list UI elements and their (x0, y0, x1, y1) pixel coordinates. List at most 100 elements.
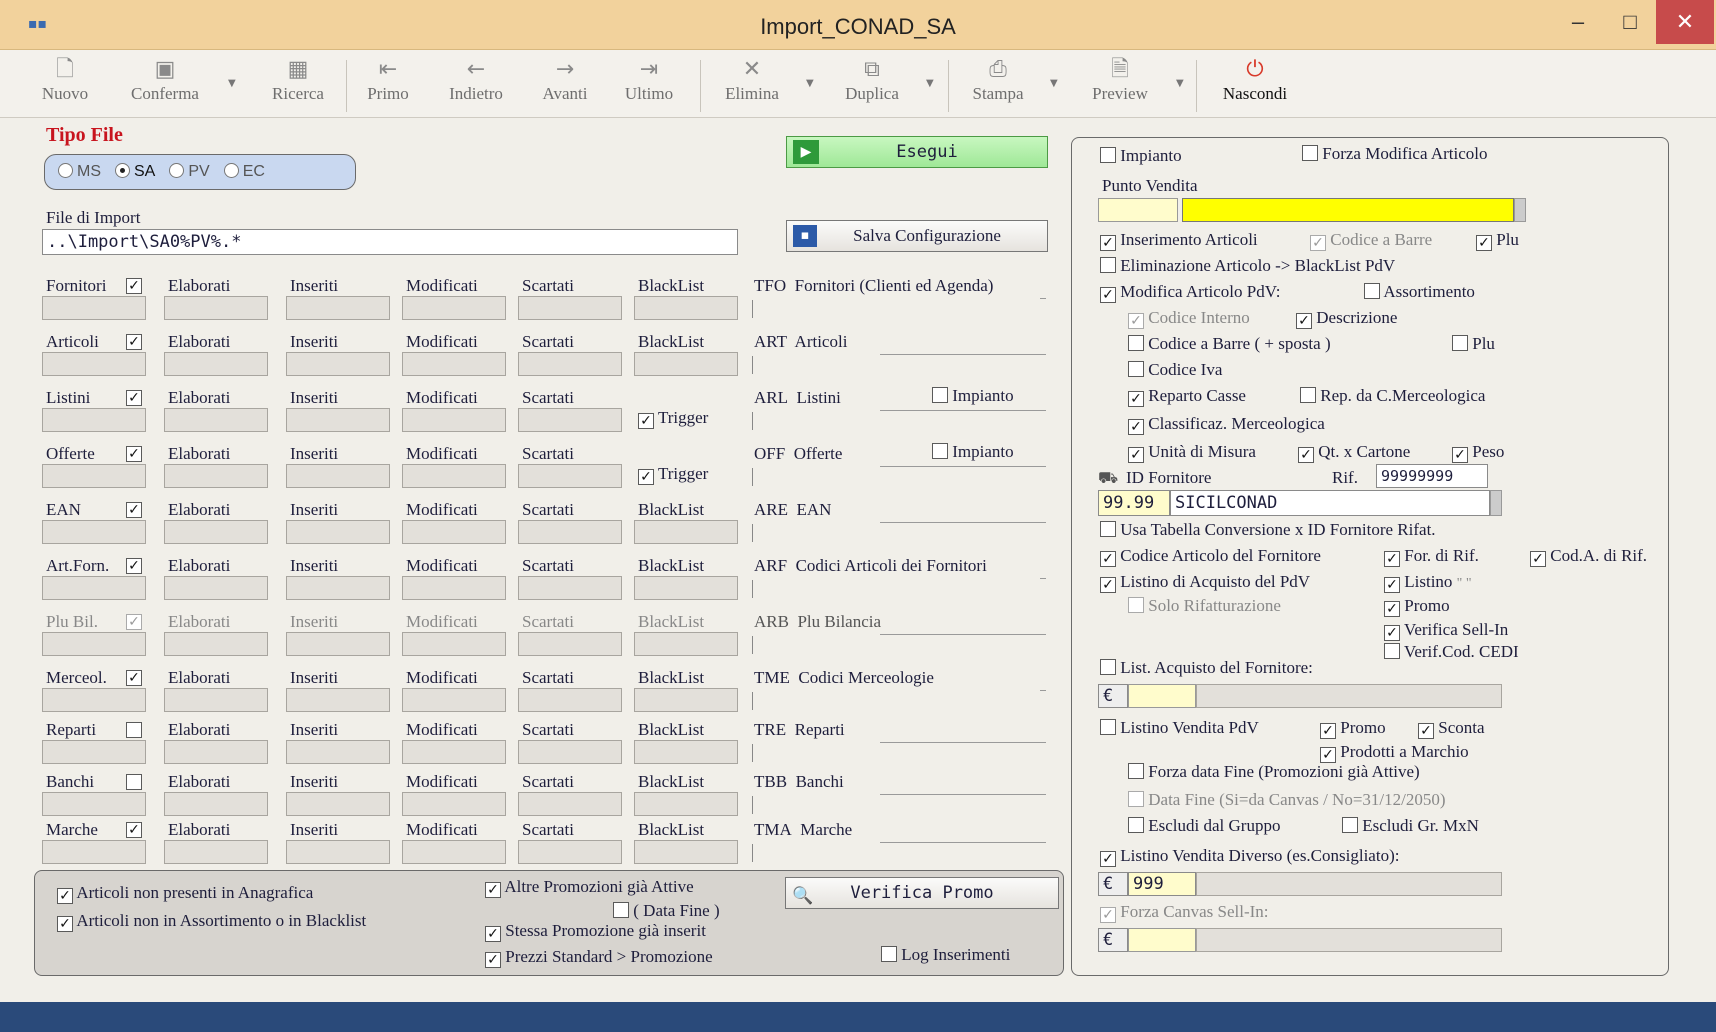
opt-data-fine[interactable]: ( Data Fine ) (613, 901, 720, 921)
row-checkbox[interactable] (126, 774, 142, 790)
nascondi-button[interactable]: ⏻ Nascondi (1208, 56, 1302, 116)
chevron-down-icon[interactable]: ▼ (228, 78, 236, 89)
rp-rep-merceologica[interactable]: Rep. da C.Merceologica (1300, 386, 1485, 406)
opt-stessa-promo[interactable]: ✓ Stessa Promozione già inserit (485, 921, 706, 942)
elimina-button[interactable]: ✕ Elimina (712, 56, 792, 116)
rp-promo2[interactable]: ✓ Promo (1320, 718, 1386, 739)
radio-ms[interactable]: MS (58, 163, 101, 180)
rp-codice-barre[interactable]: ✓ Codice a Barre (1310, 230, 1432, 251)
list-acq-fornitore-name[interactable] (1196, 684, 1502, 708)
impianto-checkbox[interactable]: Impianto (932, 386, 1014, 406)
chevron-down-icon[interactable]: ▼ (926, 78, 934, 89)
rp-cod-art-fornitore[interactable]: ✓ Codice Articolo del Fornitore (1100, 546, 1321, 567)
preview-button[interactable]: 🗎 Preview (1078, 56, 1162, 116)
rp-classif-merceologica[interactable]: ✓ Classificaz. Merceologica (1128, 414, 1325, 435)
row-checkbox[interactable]: ✓ (126, 334, 142, 350)
listino-diverso-input[interactable]: 999 (1128, 872, 1196, 896)
rp-data-fine[interactable]: Data Fine (Si=da Canvas / No=31/12/2050) (1128, 790, 1446, 810)
rp-verifica-sell-in[interactable]: ✓ Verifica Sell-In (1384, 620, 1508, 641)
row-checkbox[interactable]: ✓ (126, 822, 142, 838)
rp-codice-barre-sposta[interactable]: Codice a Barre ( + sposta ) (1128, 334, 1331, 354)
rp-peso[interactable]: ✓ Peso (1452, 442, 1504, 463)
rif-input[interactable]: 99999999 (1376, 464, 1488, 488)
rp-cod-rif[interactable]: ✓ Cod.A. di Rif. (1530, 546, 1647, 567)
salva-configurazione-button[interactable]: ▪ Salva Configurazione (786, 220, 1048, 252)
rp-verif-cedi[interactable]: Verif.Cod. CEDI (1384, 642, 1519, 662)
rp-inserimento-articoli[interactable]: ✓ Inserimento Articoli (1100, 230, 1258, 251)
row-checkbox[interactable] (126, 722, 142, 738)
rp-assortimento[interactable]: Assortimento (1364, 282, 1475, 302)
row-checkbox[interactable]: ✓ (126, 502, 142, 518)
rp-for-rif[interactable]: ✓ For. di Rif. (1384, 546, 1479, 567)
fornitore-code-input[interactable]: 99.99 (1098, 490, 1170, 516)
radio-sa[interactable]: SA (115, 163, 155, 180)
forza-canvas-input[interactable] (1128, 928, 1196, 952)
row-checkbox[interactable]: ✓ (126, 670, 142, 686)
file-import-input[interactable]: ..\Import\SA0%PV%.* (42, 229, 738, 255)
rp-qt-cartone[interactable]: ✓ Qt. x Cartone (1298, 442, 1410, 463)
chevron-down-icon[interactable]: ▼ (806, 78, 814, 89)
rp-escludi-gruppo[interactable]: Escludi dal Gruppo (1128, 816, 1280, 836)
row-checkbox[interactable]: ✓ (126, 390, 142, 406)
ultimo-button[interactable]: ⇥ Ultimo (614, 56, 684, 116)
rp-plu[interactable]: ✓ Plu (1476, 230, 1519, 251)
verifica-promo-button[interactable]: 🔍 Verifica Promo (785, 877, 1059, 909)
indietro-button[interactable]: ← Indietro (434, 56, 518, 116)
rp-reparto-casse[interactable]: ✓ Reparto Casse (1128, 386, 1246, 407)
nuovo-button[interactable]: 🗋 Nuovo (30, 56, 100, 116)
rp-forza-data-fine[interactable]: Forza data Fine (Promozioni già Attive) (1128, 762, 1420, 782)
punto-vendita-code[interactable] (1098, 198, 1178, 222)
rp-eliminazione[interactable]: Eliminazione Articolo -> BlackList PdV (1100, 256, 1395, 276)
opt-art-non-presenti[interactable]: ✓ Articoli non presenti in Anagrafica (57, 883, 313, 904)
rp-listino-acquisto[interactable]: ✓ Listino di Acquisto del PdV (1100, 572, 1310, 593)
rp-list-acq-fornitore[interactable]: List. Acquisto del Fornitore: (1100, 658, 1313, 678)
avanti-button[interactable]: → Avanti (530, 56, 600, 116)
duplica-button[interactable]: ⧉ Duplica (830, 56, 914, 116)
rp-escludi-mxn[interactable]: Escludi Gr. MxN (1342, 816, 1479, 836)
rp-codice-iva[interactable]: Codice Iva (1128, 360, 1222, 380)
fornitore-name-input[interactable]: SICILCONAD (1170, 490, 1490, 516)
conferma-button[interactable]: ▣ Conferma (118, 56, 212, 116)
esegui-button[interactable]: ▶ Esegui (786, 136, 1048, 168)
punto-vendita-scroll[interactable] (1514, 198, 1526, 222)
ricerca-button[interactable]: ▦ Ricerca (258, 56, 338, 116)
rp-impianto[interactable]: Impianto (1100, 146, 1182, 166)
listino-diverso-name[interactable] (1196, 872, 1502, 896)
punto-vendita-name[interactable] (1182, 198, 1514, 222)
fornitore-scroll[interactable] (1490, 490, 1502, 516)
rp-forza-modifica[interactable]: Forza Modifica Articolo (1302, 144, 1488, 164)
rp-plu2[interactable]: Plu (1452, 334, 1495, 354)
row-checkbox[interactable]: ✓ (126, 278, 142, 294)
radio-pv[interactable]: PV (169, 163, 210, 180)
row-checkbox[interactable]: ✓ (126, 614, 142, 630)
trigger-checkbox[interactable]: ✓ Trigger (638, 408, 708, 429)
rp-listino-diverso[interactable]: ✓ Listino Vendita Diverso (es.Consigliat… (1100, 846, 1399, 867)
opt-altre-promo[interactable]: ✓ Altre Promozioni già Attive (485, 877, 694, 898)
opt-log-inserimenti[interactable]: Log Inserimenti (881, 945, 1010, 965)
primo-button[interactable]: ⇤ Primo (356, 56, 420, 116)
list-acq-fornitore-input[interactable] (1128, 684, 1196, 708)
opt-prezzi-standard[interactable]: ✓ Prezzi Standard > Promozione (485, 947, 713, 968)
rp-listino[interactable]: ✓ Listino " " (1384, 572, 1472, 593)
rp-listino-vendita[interactable]: Listino Vendita PdV (1100, 718, 1259, 738)
chevron-down-icon[interactable]: ▼ (1050, 78, 1058, 89)
opt-art-non-assortimento[interactable]: ✓ Articoli non in Assortimento o in Blac… (57, 911, 366, 932)
rp-prodotti-marchio[interactable]: ✓ Prodotti a Marchio (1320, 742, 1469, 763)
chevron-down-icon[interactable]: ▼ (1176, 78, 1184, 89)
stampa-button[interactable]: ⎙ Stampa (958, 56, 1038, 116)
row-checkbox[interactable]: ✓ (126, 446, 142, 462)
rp-promo[interactable]: ✓ Promo (1384, 596, 1450, 617)
close-button[interactable]: ✕ (1656, 0, 1714, 44)
rp-modifica-articolo[interactable]: ✓ Modifica Articolo PdV: (1100, 282, 1280, 303)
rp-codice-interno[interactable]: ✓ Codice Interno (1128, 308, 1250, 329)
rp-forza-canvas[interactable]: ✓ Forza Canvas Sell-In: (1100, 902, 1269, 923)
rp-unita-misura[interactable]: ✓ Unità di Misura (1128, 442, 1256, 463)
minimize-button[interactable]: – (1552, 0, 1604, 44)
radio-ec[interactable]: EC (223, 163, 265, 180)
trigger-checkbox[interactable]: ✓ Trigger (638, 464, 708, 485)
rp-usa-tabella[interactable]: Usa Tabella Conversione x ID Fornitore R… (1100, 520, 1436, 540)
forza-canvas-name[interactable] (1196, 928, 1502, 952)
maximize-button[interactable]: □ (1604, 0, 1656, 44)
rp-sconta[interactable]: ✓ Sconta (1418, 718, 1485, 739)
rp-descrizione[interactable]: ✓ Descrizione (1296, 308, 1397, 329)
